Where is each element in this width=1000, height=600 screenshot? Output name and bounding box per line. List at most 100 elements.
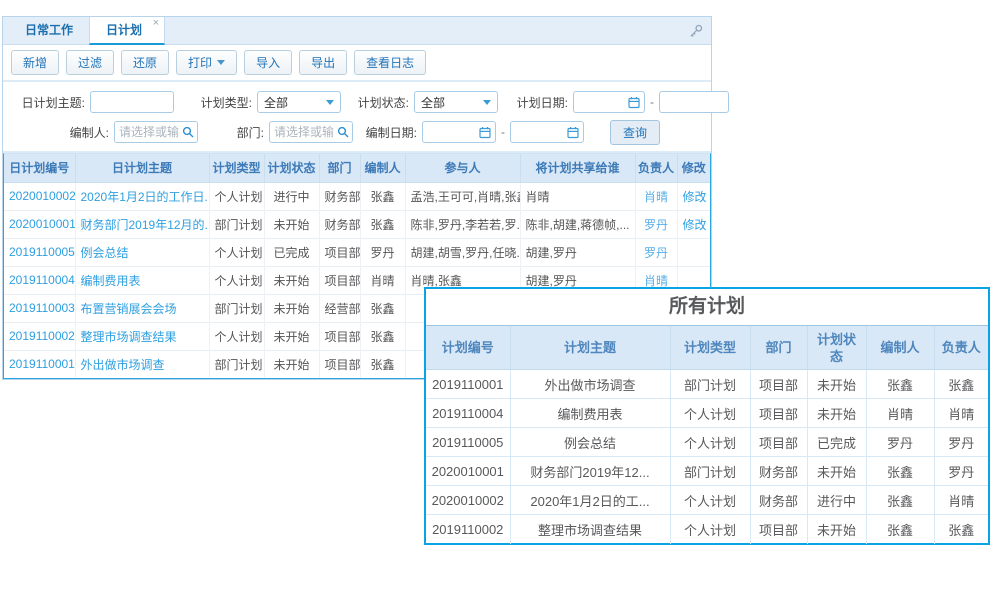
cell-dept: 项目部 [750, 428, 807, 457]
calendar-icon [628, 96, 640, 109]
cell-creator: 罗丹 [866, 428, 934, 457]
plan-id-link[interactable]: 2020010002 [4, 182, 75, 210]
cell-status: 进行中 [807, 486, 866, 515]
cell-subject: 整理市场调查结果 [510, 515, 670, 544]
table-row: 2019110002 整理市场调查结果 个人计划 项目部 未开始 张鑫 张鑫 [426, 515, 988, 544]
create-date-from-input[interactable] [422, 121, 496, 143]
plan-status-select[interactable]: 全部 [414, 91, 498, 113]
import-button[interactable]: 导入 [244, 50, 292, 75]
create-date-label: 编制日期: [353, 124, 417, 141]
filter-form: 日计划主题: 计划类型: 全部 计划状态: 全部 计划日期: [3, 82, 711, 153]
plan-subject-link[interactable]: 整理市场调查结果 [75, 322, 209, 350]
cell-status: 已完成 [264, 238, 319, 266]
plan-type-select[interactable]: 全部 [257, 91, 341, 113]
owner-link[interactable]: 罗丹 [635, 238, 677, 266]
cell-status: 未开始 [264, 266, 319, 294]
plan-date-from-input[interactable] [573, 91, 645, 113]
export-button[interactable]: 导出 [299, 50, 347, 75]
plan-id-link[interactable]: 2019110002 [4, 322, 75, 350]
all-plans-table: 计划编号 计划主题 计划类型 部门 计划状态 编制人 负责人 201911000… [426, 325, 988, 544]
col-status: 计划状态 [807, 326, 866, 370]
search-button[interactable]: 查询 [610, 120, 660, 145]
dept-label: 部门: [198, 124, 264, 141]
plan-subject-link[interactable]: 2020年1月2日的工作日... [75, 182, 209, 210]
plan-id-link[interactable]: 2019110003 [4, 294, 75, 322]
page-title: 所有计划 [426, 289, 988, 325]
modify-link[interactable]: 修改 [677, 210, 710, 238]
col-status: 计划状态 [264, 154, 319, 182]
col-subject: 计划主题 [510, 326, 670, 370]
cell-subject: 例会总结 [510, 428, 670, 457]
cell-creator: 张鑫 [360, 210, 405, 238]
cell-subject: 外出做市场调查 [510, 370, 670, 399]
cell-status: 进行中 [264, 182, 319, 210]
key-icon[interactable] [689, 24, 703, 43]
cell-status: 未开始 [264, 210, 319, 238]
cell-plan-id: 2019110001 [426, 370, 510, 399]
new-button[interactable]: 新增 [11, 50, 59, 75]
cell-subject: 编制费用表 [510, 399, 670, 428]
calendar-icon [567, 126, 579, 139]
table-row: 2020010001 财务部门2019年12... 部门计划 财务部 未开始 张… [426, 457, 988, 486]
filter-button[interactable]: 过滤 [66, 50, 114, 75]
plan-subject-link[interactable]: 财务部门2019年12月的... [75, 210, 209, 238]
cell-creator: 肖晴 [360, 266, 405, 294]
plan-id-link[interactable]: 2020010001 [4, 210, 75, 238]
col-type: 计划类型 [670, 326, 750, 370]
cell-dept: 项目部 [319, 238, 360, 266]
tab-daily-work[interactable]: 日常工作 [9, 17, 89, 44]
cell-type: 部门计划 [209, 210, 264, 238]
plan-subject-link[interactable]: 例会总结 [75, 238, 209, 266]
plan-subject-link[interactable]: 布置营销展会会场 [75, 294, 209, 322]
create-date-to-input[interactable] [510, 121, 584, 143]
owner-link[interactable]: 肖晴 [635, 182, 677, 210]
plan-subject-link[interactable]: 编制费用表 [75, 266, 209, 294]
plan-status-value: 全部 [421, 94, 445, 111]
subject-input[interactable] [90, 91, 174, 113]
cell-status: 未开始 [807, 457, 866, 486]
owner-link[interactable]: 罗丹 [635, 210, 677, 238]
plan-id-link[interactable]: 2019110001 [4, 350, 75, 378]
cell-plan-id: 2020010002 [426, 486, 510, 515]
toolbar: 新增 过滤 还原 打印 导入 导出 查看日志 [3, 45, 711, 82]
plan-subject-link[interactable]: 外出做市场调查 [75, 350, 209, 378]
table-row: 2019110005 例会总结 个人计划 项目部 已完成 罗丹 罗丹 [426, 428, 988, 457]
cell-share-to: 胡建,罗丹 [520, 238, 635, 266]
cell-dept: 项目部 [750, 370, 807, 399]
cell-owner: 张鑫 [934, 370, 988, 399]
cell-type: 部门计划 [209, 294, 264, 322]
restore-button[interactable]: 还原 [121, 50, 169, 75]
all-plans-panel: 所有计划 计划编号 计划主题 计划类型 部门 计划状态 编制人 负责人 2019… [424, 287, 990, 545]
cell-creator: 张鑫 [360, 182, 405, 210]
view-log-button[interactable]: 查看日志 [354, 50, 426, 75]
plan-date-to-input[interactable] [659, 91, 729, 113]
caret-down-icon [217, 60, 225, 65]
table-row: 2019110005 例会总结 个人计划 已完成 项目部 罗丹 胡建,胡雪,罗丹… [4, 238, 710, 266]
search-icon[interactable] [182, 126, 194, 138]
cell-creator: 张鑫 [866, 370, 934, 399]
cell-dept: 项目部 [750, 399, 807, 428]
cell-dept: 财务部 [750, 457, 807, 486]
table-header: 计划编号 计划主题 计划类型 部门 计划状态 编制人 负责人 [426, 326, 988, 370]
plan-id-link[interactable]: 2019110005 [4, 238, 75, 266]
cell-type: 个人计划 [670, 515, 750, 544]
print-button[interactable]: 打印 [176, 50, 237, 75]
caret-down-icon [326, 100, 334, 105]
search-icon[interactable] [337, 126, 349, 138]
cell-creator: 张鑫 [360, 294, 405, 322]
cell-dept: 财务部 [319, 210, 360, 238]
modify-link[interactable]: 修改 [677, 182, 710, 210]
close-icon[interactable]: × [153, 18, 159, 29]
cell-dept: 项目部 [750, 515, 807, 544]
cell-participants: 陈非,罗丹,李若若,罗... [405, 210, 520, 238]
cell-dept: 经营部 [319, 294, 360, 322]
cell-owner: 张鑫 [934, 515, 988, 544]
plan-date-label: 计划日期: [498, 94, 568, 111]
plan-status-label: 计划状态: [341, 94, 409, 111]
cell-type: 部门计划 [670, 457, 750, 486]
cell-creator: 张鑫 [360, 322, 405, 350]
table-header: 日计划编号 日计划主题 计划类型 计划状态 部门 编制人 参与人 将计划共享给谁… [4, 154, 710, 182]
tab-day-plan[interactable]: 日计划 × [89, 17, 165, 45]
plan-id-link[interactable]: 2019110004 [4, 266, 75, 294]
cell-modify [677, 238, 710, 266]
